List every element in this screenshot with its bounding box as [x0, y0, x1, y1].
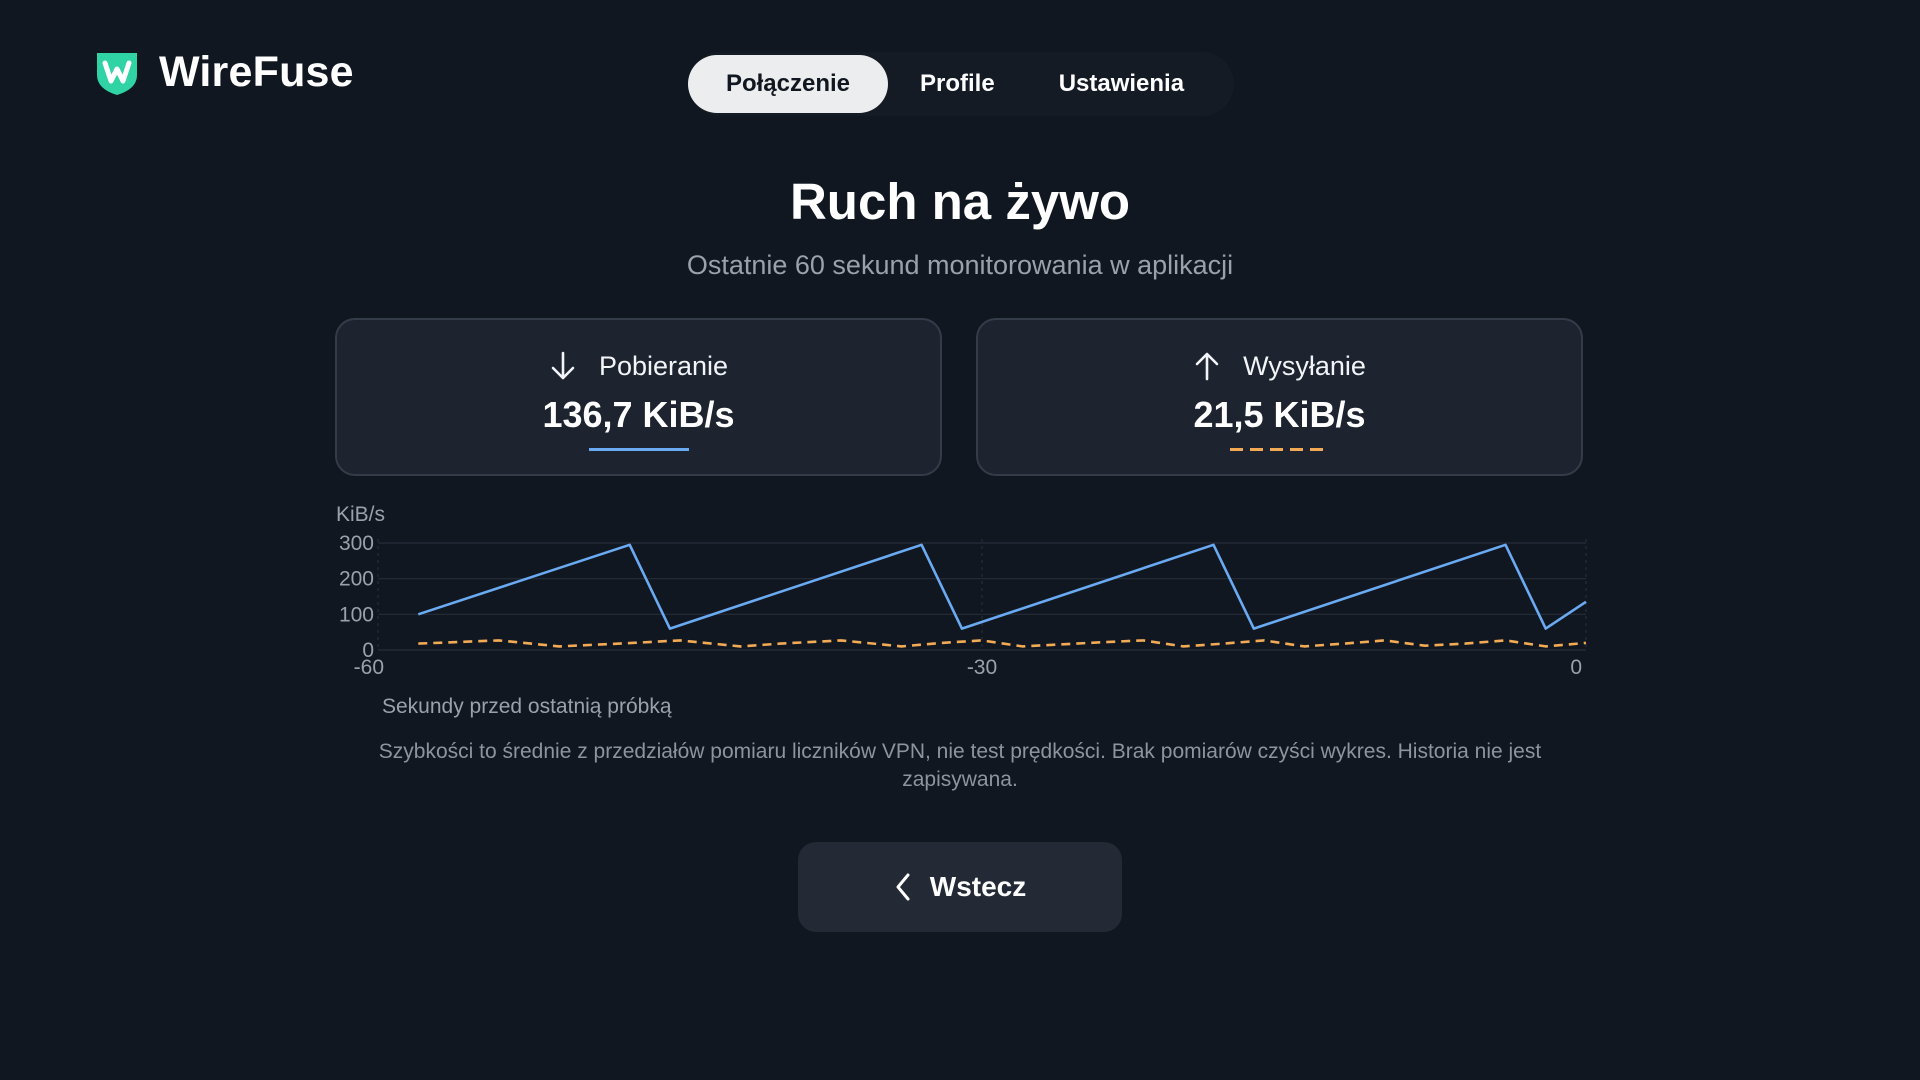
download-legend-line	[588, 448, 689, 451]
y-tick-label: 100	[339, 603, 374, 626]
chevron-left-icon	[896, 873, 910, 901]
wirefuse-logo-icon	[97, 52, 137, 95]
y-axis-label: KiB/s	[336, 503, 385, 526]
y-tick-label: 200	[339, 568, 374, 591]
traffic-chart: 300 200 100 0 -60 -30 0 KiB/s Sekundy przed osta…	[330, 495, 1590, 725]
download-label: Pobieranie	[598, 350, 729, 381]
download-value: 136,7 KiB/s	[542, 394, 735, 435]
arrow-up-icon	[1195, 352, 1219, 381]
tab-ustawienia[interactable]: Ustawienia	[1027, 55, 1216, 113]
tab-polaczenie[interactable]: Połączenie	[688, 55, 888, 113]
download-series-line	[417, 543, 1587, 630]
upload-header: Wysyłanie	[978, 350, 1581, 382]
x-tick-label: -60	[354, 656, 384, 679]
x-tick-label: 0	[1570, 656, 1582, 679]
traffic-chart-svg: 3002001000-60 -30 0KiB/sSekundy przed osta…	[336, 503, 1587, 718]
back-button[interactable]: Wstecz	[798, 842, 1122, 932]
upload-card: Wysyłanie 21,5 KiB/s	[976, 318, 1583, 476]
chart-note: Szybkości to średnie z przedziałów pomia…	[378, 740, 1542, 791]
app-name: WireFuse	[159, 48, 354, 96]
upload-legend-line	[1229, 448, 1330, 451]
upload-series-line	[418, 639, 1587, 648]
x-tick-label: -30	[967, 656, 997, 679]
tab-profile[interactable]: Profile	[888, 55, 1027, 113]
app-logo: WireFuse	[93, 48, 354, 97]
y-tick-label: 300	[339, 532, 374, 555]
download-header: Pobieranie	[337, 350, 940, 382]
page-subtitle: Ostatnie 60 sekund monitorowania w aplik…	[686, 250, 1234, 280]
x-axis-label: Sekundy przed ostatnią próbką	[382, 695, 672, 718]
download-card: Pobieranie 136,7 KiB/s	[335, 318, 942, 476]
upload-label: Wysyłanie	[1243, 350, 1366, 381]
main-tabs: Połączenie Profile Ustawienia	[688, 52, 1234, 116]
back-button-label: Wstecz	[929, 871, 1027, 902]
page-title: Ruch na żywo	[789, 173, 1131, 230]
arrow-down-icon	[551, 351, 575, 380]
upload-value: 21,5 KiB/s	[1193, 394, 1366, 435]
